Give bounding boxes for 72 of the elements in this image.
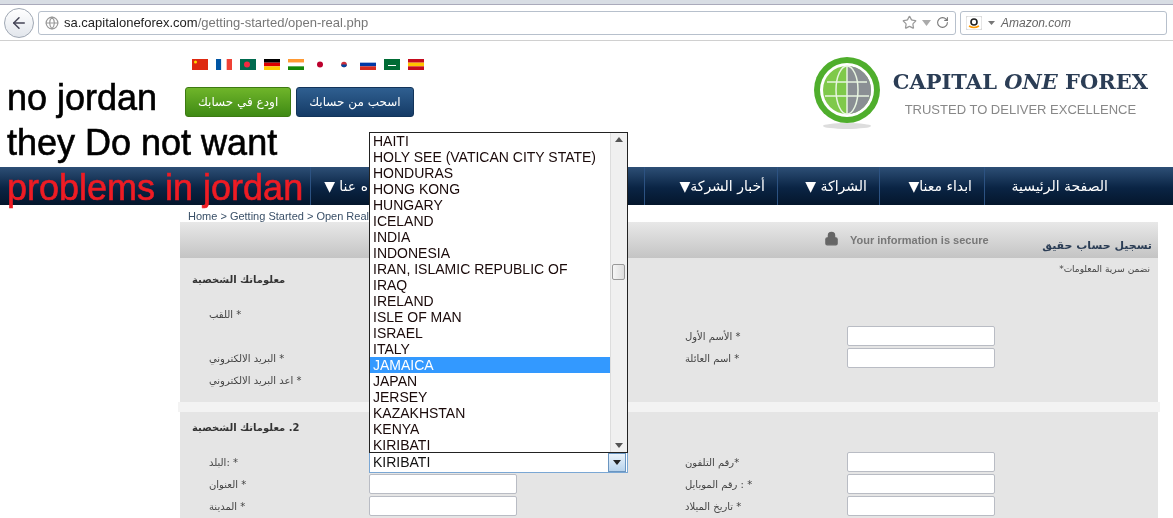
globe-logo-icon — [812, 56, 881, 130]
field-label: *رقم التلفون — [685, 456, 740, 468]
section-title: معلوماتك الشخصية — [192, 274, 286, 288]
country-option[interactable]: IRAQ — [370, 276, 610, 293]
scroll-down-icon[interactable] — [615, 442, 623, 448]
flag-icon[interactable] — [264, 59, 280, 70]
country-option[interactable]: IRELAND — [370, 292, 610, 309]
text-input[interactable] — [847, 496, 995, 516]
field-label: * اللقب — [209, 308, 242, 320]
nav-item[interactable]: أخبار الشركة▼ — [644, 167, 777, 205]
scroll-up-icon[interactable] — [615, 136, 623, 142]
breadcrumb: Home > Getting Started > Open Real — [188, 211, 369, 222]
country-option[interactable]: JAPAN — [370, 372, 610, 389]
scrollbar[interactable] — [610, 132, 627, 452]
country-option[interactable]: KENYA — [370, 420, 610, 437]
flag-icon[interactable] — [216, 59, 232, 70]
country-option[interactable]: INDONESIA — [370, 244, 610, 261]
caret-icon[interactable] — [988, 20, 995, 25]
caret-icon — [613, 459, 621, 465]
annotation-text: they Do not want — [7, 123, 278, 163]
section-title: 2. معلوماتك الشخصية — [192, 422, 300, 436]
field-label: * البريد الالكتروني — [209, 352, 285, 364]
text-input[interactable] — [369, 496, 517, 516]
search-engine-icon — [966, 15, 982, 30]
field-label: * : رقم الموبايل — [685, 478, 753, 490]
annotation-text: problems in jordan — [7, 168, 304, 208]
field-label: * المدينة — [209, 500, 246, 512]
country-option[interactable]: KAZAKHSTAN — [370, 404, 610, 421]
back-button[interactable] — [4, 7, 34, 38]
secure-note: Your information is secure — [850, 234, 989, 246]
text-input[interactable] — [847, 452, 995, 472]
field-label: * تاريخ الميلاد — [685, 500, 742, 512]
nav-item[interactable]: الصفحة الرئيسية — [984, 167, 1120, 205]
country-option[interactable]: ISLE OF MAN — [370, 308, 610, 325]
search-placeholder: Amazon.com — [1001, 15, 1072, 30]
annotation-text: no jordan — [7, 78, 158, 118]
form-title: تسجيل حساب حقيق — [1042, 238, 1152, 252]
globe-icon — [45, 15, 59, 30]
country-option[interactable]: ICELAND — [370, 212, 610, 229]
text-input[interactable] — [847, 326, 995, 346]
country-select[interactable]: KIRIBATI — [369, 451, 628, 473]
flag-icon[interactable] — [384, 59, 400, 70]
withdraw-button[interactable]: اسحب من حسابك — [296, 87, 414, 117]
country-option[interactable]: JERSEY — [370, 388, 610, 405]
country-option[interactable]: ISRAEL — [370, 324, 610, 341]
country-option[interactable]: ITALY — [370, 340, 610, 357]
caret-icon[interactable] — [922, 19, 931, 26]
text-input[interactable] — [847, 348, 995, 368]
country-option[interactable]: HOLY SEE (VATICAN CITY STATE) — [370, 148, 610, 165]
field-label: * الأسم الأول — [685, 330, 741, 342]
nav-item[interactable]: ابداء معنا▼ — [879, 167, 984, 205]
field-label: * العنوان — [209, 478, 247, 490]
field-label: * اعد البريد الالكتروني — [209, 374, 302, 386]
logo-tagline: TRUSTED TO DELIVER EXCELLENCE — [904, 102, 1137, 117]
url-text: sa.capitaloneforex.com/getting-started/open-real.php — [64, 15, 370, 30]
privacy-note: نضمن سرية المعلومات* — [1059, 264, 1150, 274]
country-option[interactable]: KIRIBATI — [370, 436, 610, 453]
star-icon[interactable] — [902, 15, 917, 30]
country-option[interactable]: IRAN, ISLAMIC REPUBLIC OF — [370, 260, 610, 277]
address-bar[interactable]: sa.capitaloneforex.com/getting-started/open-real.php — [38, 10, 956, 35]
field-label: * :البلد — [209, 456, 238, 468]
text-input[interactable] — [369, 474, 517, 494]
text-input[interactable] — [847, 474, 995, 494]
scroll-thumb[interactable] — [612, 263, 625, 280]
logo-wordmark: CAPITAL ONE FOREX — [892, 69, 1148, 94]
country-option[interactable]: INDIA — [370, 228, 610, 245]
lock-icon — [824, 231, 839, 246]
reload-icon[interactable] — [936, 16, 949, 29]
nav-item[interactable]: الشراكة ▼ — [777, 167, 879, 205]
field-label: * اسم العائلة — [685, 352, 740, 364]
country-option[interactable]: HAITI — [370, 132, 610, 149]
search-field[interactable]: Amazon.com — [960, 10, 1167, 35]
